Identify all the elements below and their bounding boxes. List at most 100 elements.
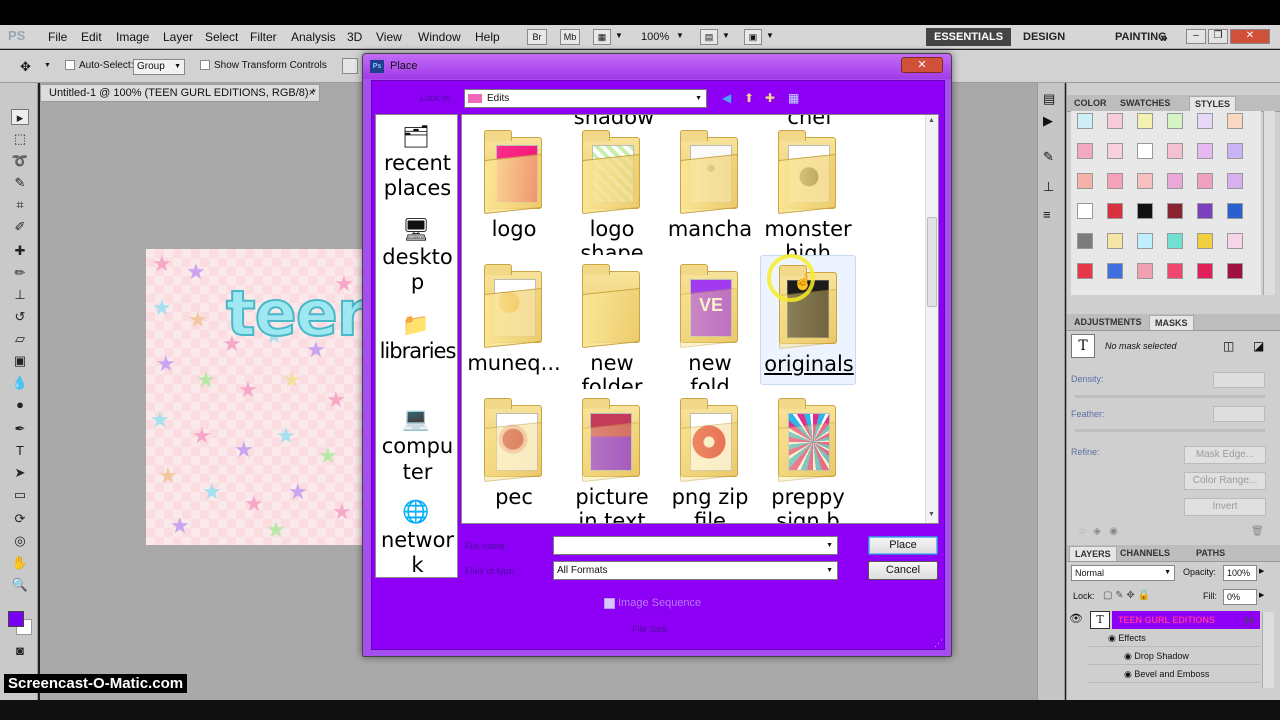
- layer-effects-row[interactable]: ◉ Effects: [1088, 630, 1260, 647]
- recent-places-icon[interactable]: 🗂: [400, 123, 432, 151]
- move-tool-icon[interactable]: ✥: [20, 59, 31, 75]
- back-icon[interactable]: ◀: [722, 91, 731, 105]
- scroll-down-icon[interactable]: ▼: [928, 511, 935, 518]
- style-preset-swatch[interactable]: [1137, 143, 1153, 159]
- arrange-documents-icon[interactable]: ▤: [700, 29, 718, 45]
- folder-item[interactable]: VE new fold: [662, 255, 758, 389]
- files-of-type-dropdown[interactable]: All Formats ▼: [553, 561, 838, 580]
- style-preset-swatch[interactable]: [1197, 263, 1213, 279]
- history-brush-icon[interactable]: ↺: [11, 309, 29, 325]
- minimize-icon[interactable]: ‒: [1186, 29, 1206, 44]
- close-icon[interactable]: ×: [309, 85, 315, 101]
- resize-grip-icon[interactable]: ⋰: [934, 638, 943, 649]
- style-preset-swatch[interactable]: [1137, 113, 1153, 129]
- tab-swatches[interactable]: SWATCHES: [1115, 96, 1175, 111]
- style-preset-swatch[interactable]: [1137, 263, 1153, 279]
- pen-tool-icon[interactable]: ✒: [11, 421, 29, 437]
- style-preset-swatch[interactable]: [1227, 113, 1243, 129]
- color-range-button[interactable]: Color Range...: [1184, 472, 1266, 490]
- transform-controls-checkbox[interactable]: [200, 60, 210, 71]
- style-preset-swatch[interactable]: [1137, 233, 1153, 249]
- dodge-tool-icon[interactable]: ●: [11, 397, 29, 413]
- style-preset-swatch[interactable]: [1077, 233, 1093, 249]
- layer-row-selected[interactable]: TEEN GURL EDITIONS ƒx: [1112, 611, 1260, 629]
- style-preset-swatch[interactable]: [1227, 203, 1243, 219]
- style-preset-swatch[interactable]: [1137, 203, 1153, 219]
- folder-item[interactable]: monster high: [760, 121, 856, 255]
- styles-scrollbar[interactable]: [1263, 111, 1275, 295]
- libraries-icon[interactable]: 📁: [400, 311, 432, 339]
- clone-stamp-icon[interactable]: ⊥: [11, 287, 29, 303]
- style-preset-swatch[interactable]: [1197, 203, 1213, 219]
- crop-tool-icon[interactable]: ⌗: [11, 197, 29, 213]
- extras-icon[interactable]: ▦: [593, 29, 611, 45]
- density-field[interactable]: [1213, 372, 1265, 388]
- menu-help[interactable]: Help: [475, 30, 500, 44]
- tab-layers[interactable]: LAYERS: [1069, 546, 1117, 561]
- desktop-icon[interactable]: 🖥: [400, 216, 432, 244]
- style-preset-swatch[interactable]: [1227, 263, 1243, 279]
- blur-tool-icon[interactable]: 💧: [11, 375, 29, 391]
- auto-select-checkbox[interactable]: [65, 60, 75, 71]
- pixel-mask-icon[interactable]: ◫: [1223, 339, 1234, 353]
- file-name-input[interactable]: ▼: [553, 536, 838, 555]
- cancel-button[interactable]: Cancel: [868, 561, 938, 580]
- style-preset-swatch[interactable]: [1107, 203, 1123, 219]
- folder-item[interactable]: logo: [466, 121, 562, 251]
- history-panel-icon[interactable]: ▤: [1043, 91, 1055, 107]
- invert-button[interactable]: Invert: [1184, 498, 1266, 516]
- tab-styles[interactable]: STYLES: [1189, 96, 1237, 111]
- style-preset-swatch[interactable]: [1137, 173, 1153, 189]
- folder-item[interactable]: png zip file: [662, 389, 758, 523]
- close-icon[interactable]: ✕: [1230, 29, 1270, 44]
- place-desktop-label-1[interactable]: deskto: [376, 245, 457, 270]
- view-menu-icon[interactable]: ▦: [788, 91, 799, 105]
- tab-masks[interactable]: MASKS: [1149, 315, 1194, 330]
- file-list-scrollbar[interactable]: ▲ ▼: [925, 115, 938, 523]
- chevron-down-icon[interactable]: ▼: [766, 31, 774, 40]
- feather-field[interactable]: [1213, 406, 1265, 422]
- restore-icon[interactable]: ❐: [1208, 29, 1228, 44]
- style-preset-swatch[interactable]: [1227, 233, 1243, 249]
- style-preset-swatch[interactable]: [1077, 263, 1093, 279]
- place-libraries-label[interactable]: libraries: [376, 339, 457, 364]
- style-preset-swatch[interactable]: [1197, 143, 1213, 159]
- network-icon[interactable]: 🌐: [400, 498, 432, 526]
- brush-presets-icon[interactable]: ✎: [1043, 149, 1054, 165]
- place-network-label-1[interactable]: networ: [376, 528, 457, 553]
- chevron-down-icon[interactable]: ▼: [676, 31, 684, 40]
- eye-icon[interactable]: ◉: [1124, 669, 1134, 679]
- layers-scrollbar[interactable]: [1262, 612, 1274, 688]
- menu-image[interactable]: Image: [116, 30, 149, 44]
- folder-item[interactable]: mancha: [662, 121, 758, 251]
- character-panel-icon[interactable]: ≡: [1043, 207, 1051, 222]
- place-desktop-label-2[interactable]: p: [376, 270, 457, 295]
- align-icon[interactable]: [342, 58, 358, 74]
- menu-select[interactable]: Select: [205, 30, 238, 44]
- style-preset-swatch[interactable]: [1077, 143, 1093, 159]
- scroll-up-icon[interactable]: ▲: [928, 117, 935, 124]
- move-tool-icon[interactable]: ▸: [11, 109, 29, 125]
- layer-effect-row[interactable]: ◉ Drop Shadow: [1088, 648, 1260, 665]
- style-preset-swatch[interactable]: [1167, 173, 1183, 189]
- eye-icon[interactable]: ◉: [1124, 651, 1134, 661]
- zoom-level[interactable]: 100%: [641, 31, 669, 43]
- style-preset-swatch[interactable]: [1167, 203, 1183, 219]
- style-preset-swatch[interactable]: [1227, 143, 1243, 159]
- gradient-tool-icon[interactable]: ▣: [11, 353, 29, 369]
- folder-item[interactable]: new folder: [564, 255, 660, 389]
- blend-mode-dropdown[interactable]: Normal ▼: [1071, 565, 1175, 581]
- up-folder-icon[interactable]: ⬆: [744, 91, 754, 105]
- place-button[interactable]: Place: [868, 536, 938, 555]
- folder-item[interactable]: picture in text: [564, 389, 660, 523]
- feather-slider[interactable]: [1075, 429, 1265, 432]
- eye-icon[interactable]: ◉: [1108, 633, 1118, 643]
- style-preset-swatch[interactable]: [1077, 113, 1093, 129]
- image-sequence-checkbox[interactable]: [604, 597, 615, 609]
- workspace-essentials[interactable]: ESSENTIALS: [926, 28, 1012, 46]
- look-in-dropdown[interactable]: Edits ▼: [464, 89, 707, 108]
- style-preset-swatch[interactable]: [1167, 113, 1183, 129]
- auto-select-dropdown[interactable]: Group ▼: [133, 59, 185, 75]
- close-icon[interactable]: ✕: [901, 57, 943, 73]
- tab-color[interactable]: COLOR: [1069, 96, 1112, 111]
